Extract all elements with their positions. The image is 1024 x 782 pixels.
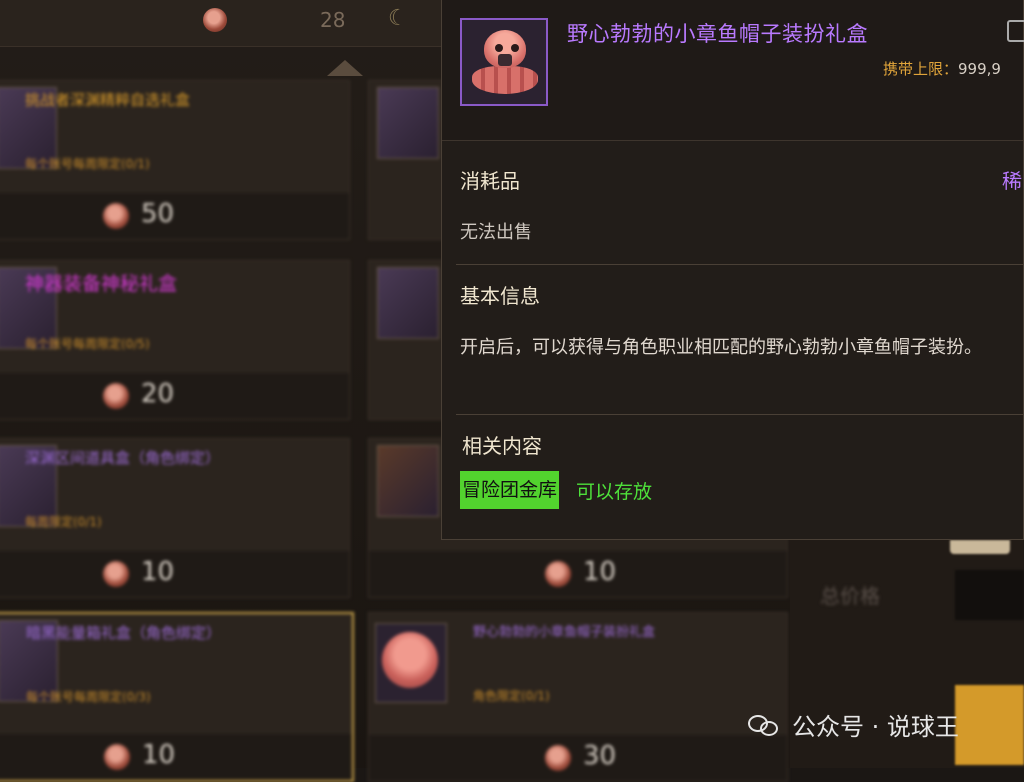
price-bar: 10 [0, 551, 349, 597]
price-bar: 50 [0, 193, 349, 239]
total-price-field [955, 570, 1024, 620]
divider [456, 414, 1024, 415]
adventure-vault-badge: 冒险团金库 [460, 471, 560, 509]
coin-icon [545, 561, 571, 587]
carry-limit-value: 999,9 [958, 60, 1001, 78]
shop-item-card[interactable]: 深渊区间道具盒（角色绑定） 每周限定(0/1) 10 [0, 438, 350, 598]
coin-icon [103, 383, 129, 409]
price-bar: 30 [369, 735, 787, 781]
shop-item-card[interactable] [368, 260, 448, 420]
item-title: 深渊区间道具盒（角色绑定） [25, 449, 221, 467]
total-price-label: 总价格 [820, 584, 880, 608]
item-limit: 每个账号每周限定(0/5) [25, 337, 150, 351]
item-rarity: 稀 [1002, 169, 1022, 193]
storable-note: 可以存放 [576, 481, 653, 503]
shop-item-card[interactable]: 神器装备神秘礼盒 每个账号每周限定(0/5) 20 [0, 260, 350, 420]
wechat-icon [748, 713, 780, 737]
coin-icon [104, 744, 130, 770]
item-tooltip: 野心勃勃的小章鱼帽子装扮礼盒 携带上限：999,9 消耗品 稀 无法出售 基本信… [441, 0, 1024, 540]
carry-limit: 携带上限：999,9 [883, 58, 1001, 79]
coin-icon [203, 8, 227, 32]
item-limit: 每周限定(0/1) [25, 515, 102, 529]
shop-item-card-selected[interactable]: 暗黑能量箱礼盒（角色绑定） 每个账号每周限定(0/3) 10 [0, 612, 354, 782]
watermark-text: 公众号 · 说球王 [792, 713, 959, 741]
item-thumbnail [377, 445, 439, 517]
shop-item-card[interactable] [368, 80, 448, 240]
related-header: 相关内容 [462, 434, 542, 458]
item-price: 50 [141, 199, 175, 229]
carry-limit-label: 携带上限： [883, 60, 959, 78]
item-price: 10 [141, 557, 175, 587]
moon-icon[interactable]: ☾ [388, 6, 408, 31]
octopus-hat-icon [460, 18, 548, 106]
scroll-up-arrow-icon[interactable] [327, 60, 363, 76]
basic-info-header: 基本信息 [460, 284, 540, 308]
octopus-icon [382, 632, 438, 688]
item-thumbnail [377, 87, 439, 159]
item-price: 10 [583, 557, 617, 587]
buy-button[interactable] [955, 685, 1024, 765]
item-description: 开启后，可以获得与角色职业相匹配的野心勃勃小章鱼帽子装扮。 [460, 337, 982, 358]
item-thumbnail [377, 267, 439, 339]
sell-status: 无法出售 [460, 222, 532, 243]
price-bar: 10 [0, 734, 352, 780]
divider [456, 264, 1024, 265]
price-bar: 10 [369, 551, 787, 597]
item-title: 暗黑能量箱礼盒（角色绑定） [26, 624, 222, 642]
item-price: 10 [142, 740, 176, 770]
item-thumbnail [375, 623, 447, 703]
coin-count: 28 [320, 8, 346, 32]
shop-item-card[interactable]: 挑战者深渊精粹自选礼盒 每个账号每周限定(0/1) 50 [0, 80, 350, 240]
item-price: 20 [141, 379, 175, 409]
panel-tab[interactable] [950, 540, 1010, 554]
item-type: 消耗品 [460, 169, 520, 193]
coin-icon [103, 561, 129, 587]
shop-item-card[interactable]: 野心勃勃的小章鱼帽子装扮礼盒 角色限定(0/1) 30 [368, 612, 788, 782]
price-bar: 20 [0, 373, 349, 419]
coin-icon [545, 745, 571, 771]
item-title: 神器装备神秘礼盒 [25, 273, 178, 295]
tooltip-title: 野心勃勃的小章鱼帽子装扮礼盒 [567, 22, 868, 46]
item-title: 挑战者深渊精粹自选礼盒 [25, 91, 191, 109]
item-title: 野心勃勃的小章鱼帽子装扮礼盒 [473, 625, 656, 640]
item-limit: 每个账号每周限定(0/3) [26, 690, 151, 704]
watermark: 公众号 · 说球王 [748, 707, 959, 742]
copy-icon[interactable] [1007, 20, 1024, 42]
item-limit: 每个账号每周限定(0/1) [25, 157, 150, 171]
item-price: 30 [583, 741, 617, 771]
tooltip-header: 野心勃勃的小章鱼帽子装扮礼盒 携带上限：999,9 [442, 0, 1024, 141]
item-limit: 角色限定(0/1) [473, 689, 550, 703]
coin-icon [103, 203, 129, 229]
